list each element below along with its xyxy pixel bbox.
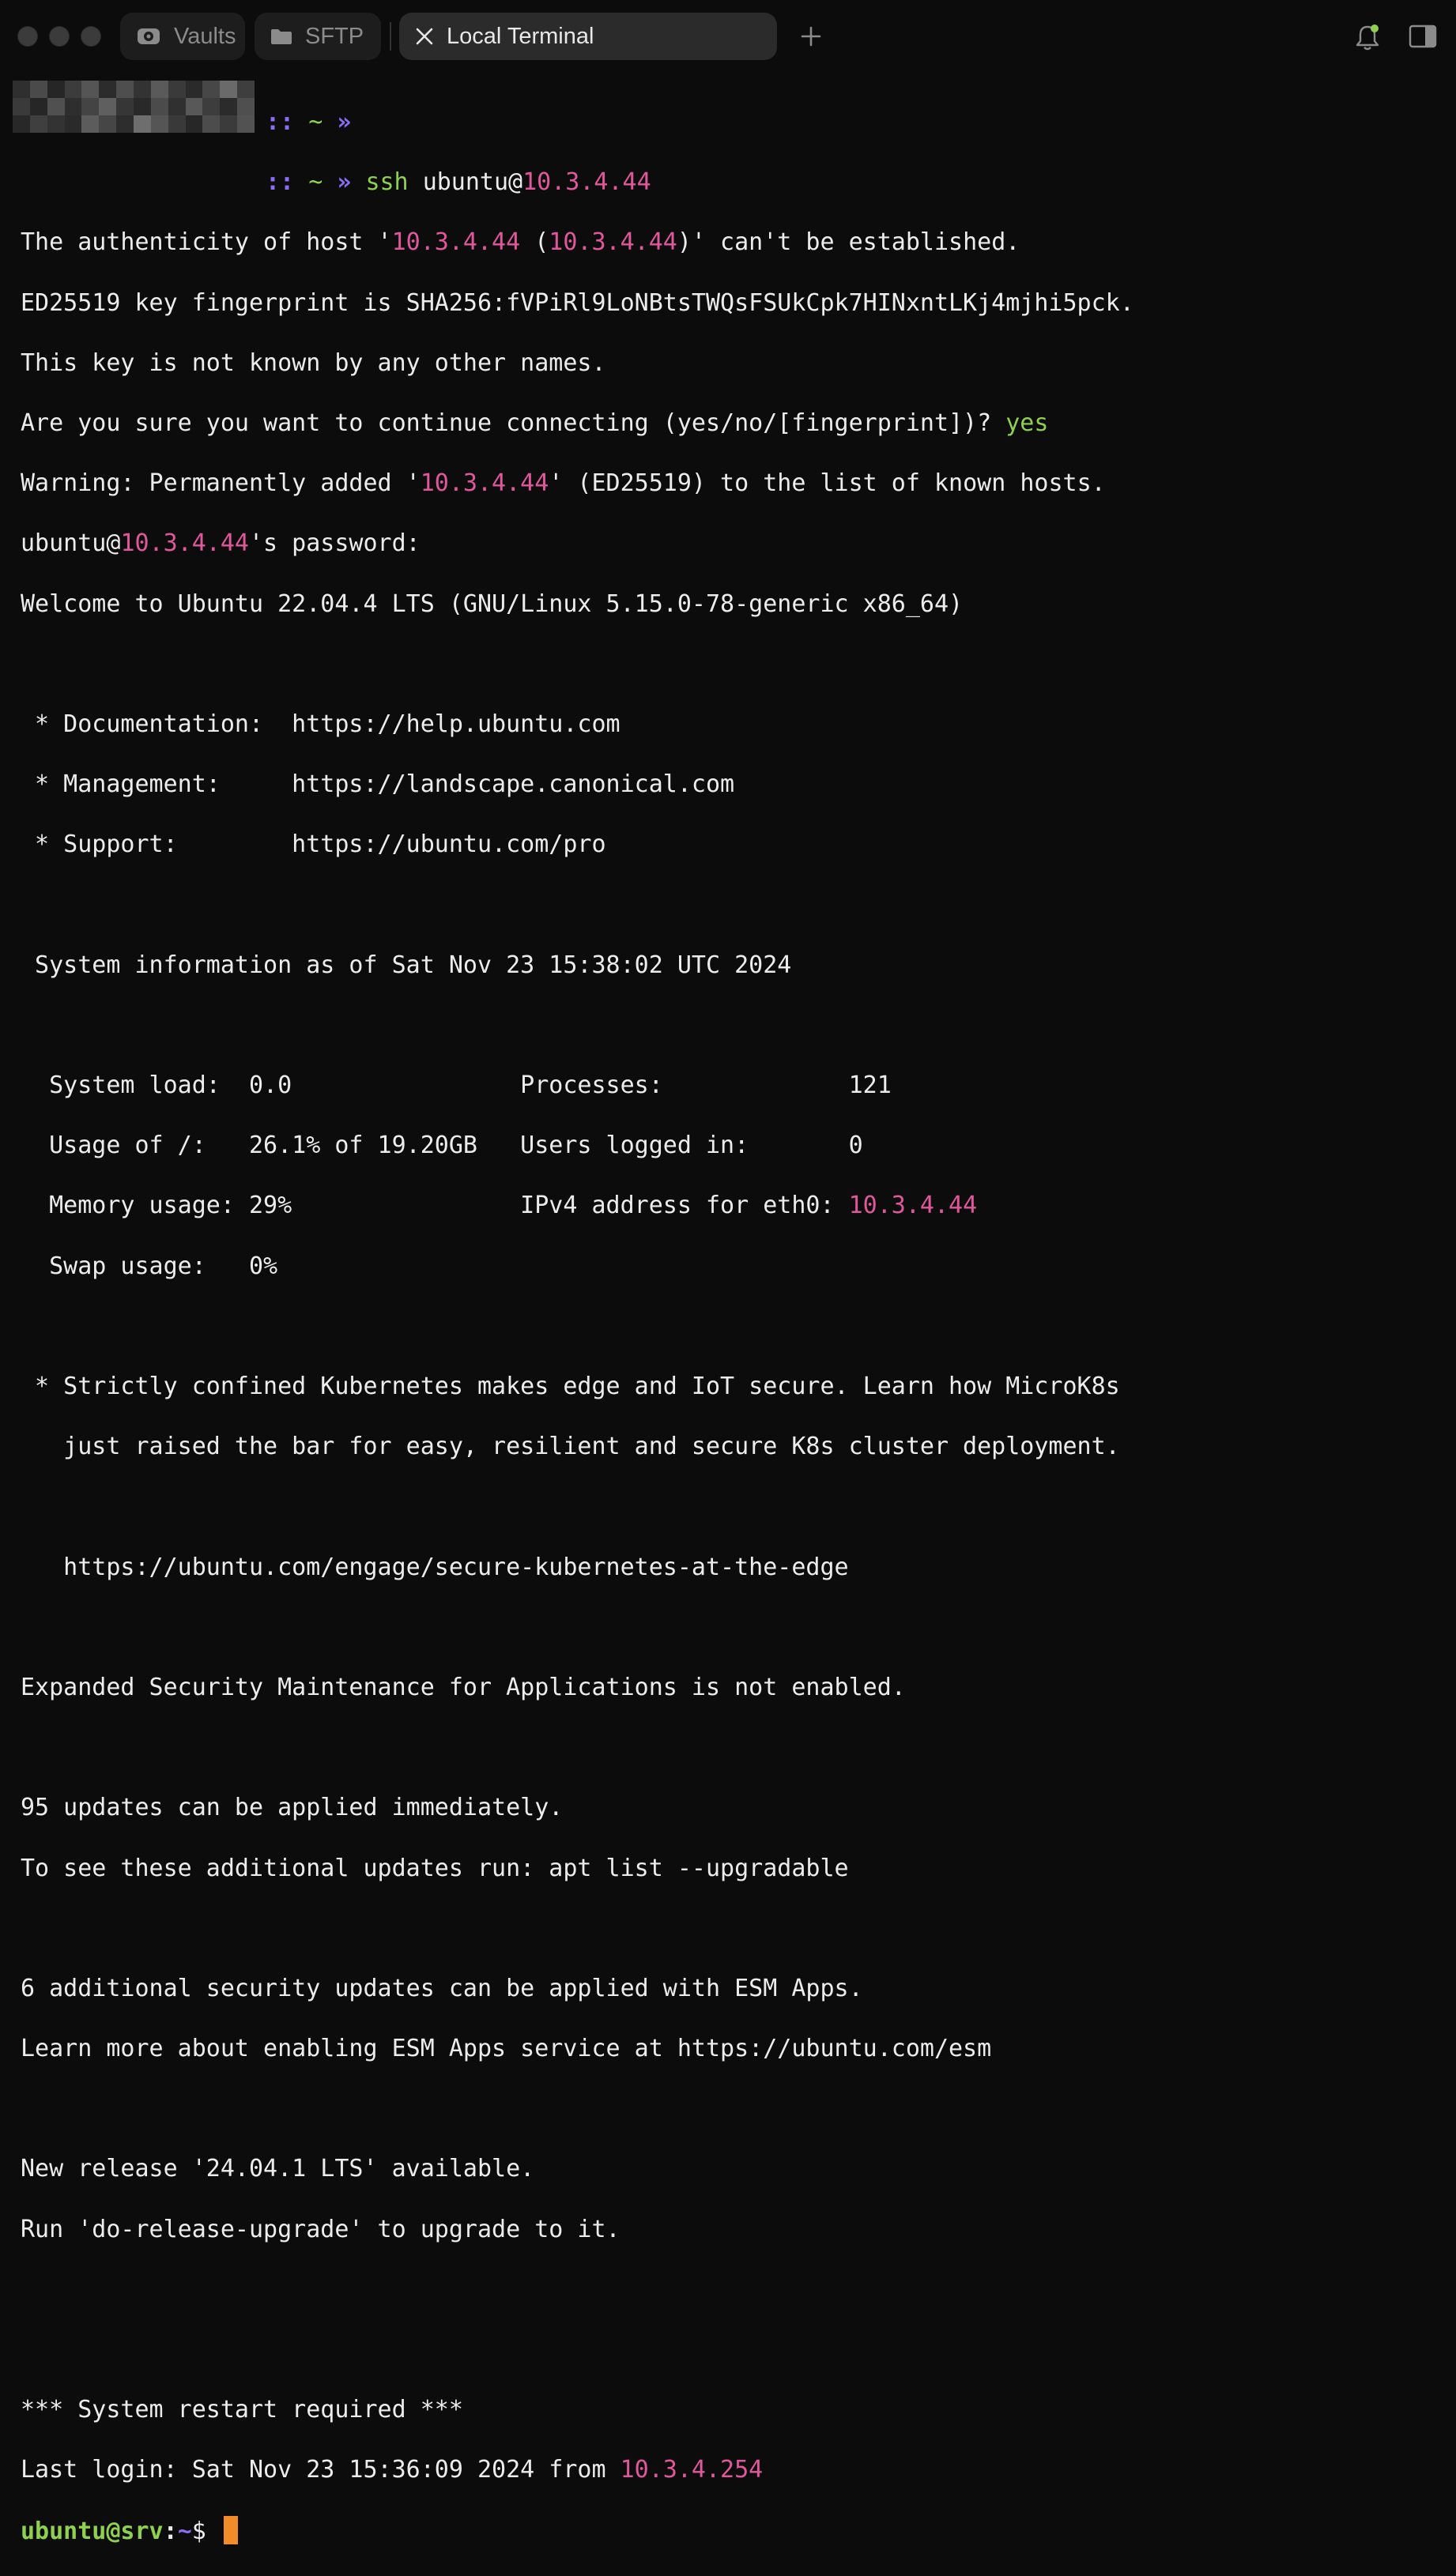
window-close-dot[interactable] [17,26,38,47]
bell-icon[interactable] [1353,22,1382,52]
tab-vaults[interactable]: Vaults [120,13,245,60]
output-line: Last login: Sat Nov 23 15:36:09 2024 fro… [21,2456,764,2484]
output-line: just raised the bar for easy, resilient … [21,1433,1120,1461]
output-line: Run 'do-release-upgrade' to upgrade to i… [21,2215,620,2243]
output-line: This key is not known by any other names… [21,348,606,377]
output-line: System load: 0.0 Processes: 121 [21,1071,892,1100]
tab-label: SFTP [305,23,364,49]
vault-icon [136,25,161,47]
tab-sftp[interactable]: SFTP [255,13,381,60]
tab-divider [390,22,391,51]
title-bar: Vaults SFTP Local Terminal [0,0,1456,73]
output-line: * Support: https://ubuntu.com/pro [21,830,606,859]
tab-local-terminal[interactable]: Local Terminal [399,13,777,60]
window-zoom-dot[interactable] [81,26,101,47]
sidebar-toggle-icon[interactable] [1409,24,1437,49]
output-line: Swap usage: 0% [21,1252,278,1280]
output-line: * Management: https://landscape.canonica… [21,770,735,799]
output-line: * Strictly confined Kubernetes makes edg… [21,1373,1120,1401]
output-line: ED25519 key fingerprint is SHA256:fVPiRl… [21,288,1134,317]
close-icon[interactable] [415,27,434,46]
output-line: Are you sure you want to continue connec… [21,409,1049,438]
output-line: ubuntu@10.3.4.44's password: [21,529,421,558]
output-line: Warning: Permanently added '10.3.4.44' (… [21,469,1106,498]
output-line: https://ubuntu.com/engage/secure-kuberne… [21,1553,849,1581]
terminal-output[interactable]: :: ~ » :: ~ » ssh ubuntu@10.3.4.44 The a… [21,77,1443,2545]
output-line: The authenticity of host '10.3.4.44 (10.… [21,228,1020,257]
command-line: :: ~ » ssh ubuntu@10.3.4.44 [266,168,651,197]
output-line: Welcome to Ubuntu 22.04.4 LTS (GNU/Linux… [21,589,964,618]
plus-icon[interactable] [797,16,825,57]
output-line: *** System restart required *** [21,2396,463,2424]
output-line: * Documentation: https://help.ubuntu.com [21,710,620,738]
shell-prompt[interactable]: ubuntu@srv:~$ [21,2515,1443,2546]
output-line: New release '24.04.1 LTS' available. [21,2155,535,2183]
tab-label: Local Terminal [447,23,594,49]
prompt-line: :: ~ » [266,108,352,137]
output-line: Learn more about enabling ESM Apps servi… [21,2035,992,2063]
output-line: 6 additional security updates can be app… [21,1974,863,2002]
output-line: To see these additional updates run: apt… [21,1854,849,1882]
window-minimize-dot[interactable] [49,26,70,47]
output-line: Expanded Security Maintenance for Applic… [21,1673,906,1701]
output-line: System information as of Sat Nov 23 15:3… [21,951,792,979]
terminal-cursor[interactable] [223,2515,238,2544]
folder-icon [270,27,292,46]
output-line: Usage of /: 26.1% of 19.20GB Users logge… [21,1132,863,1160]
output-line: 95 updates can be applied immediately. [21,1794,564,1822]
tab-label: Vaults [174,23,236,49]
output-line: Memory usage: 29% IPv4 address for eth0:… [21,1192,978,1220]
